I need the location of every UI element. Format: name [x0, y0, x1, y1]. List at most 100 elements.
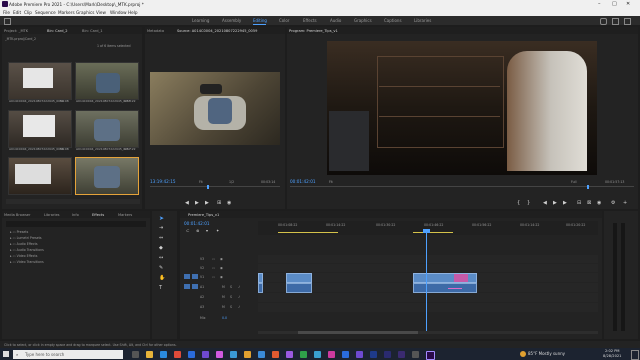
- tab-media-browser[interactable]: Media Browser: [4, 213, 31, 217]
- tab-program[interactable]: Program: Premiere_Tips_v1: [289, 29, 338, 33]
- menu-help[interactable]: Help: [128, 10, 138, 15]
- snap-icon[interactable]: ⊂: [186, 228, 189, 233]
- track-header-v3[interactable]: V3 ▭ ◉: [180, 255, 258, 263]
- ripple-edit-tool-icon[interactable]: ⇔: [159, 235, 163, 241]
- adobe-app-icon[interactable]: [216, 350, 223, 358]
- tab-source[interactable]: Source: A014C0004_20210807222945_0059: [177, 29, 257, 33]
- menu-graphics[interactable]: Graphics: [76, 10, 95, 15]
- video-clip[interactable]: [413, 273, 477, 283]
- source-patch-v1[interactable]: [184, 274, 190, 279]
- folder-video-effects[interactable]: ▸ ▭ Video Effects: [10, 254, 37, 258]
- track-lane-a1[interactable]: [258, 283, 598, 293]
- solo-button[interactable]: S: [230, 285, 232, 289]
- edge-icon[interactable]: [160, 350, 167, 358]
- linked-selection-icon[interactable]: ⊗: [196, 228, 199, 233]
- program-fit-dropdown[interactable]: Fit: [329, 180, 333, 184]
- menu-clip[interactable]: Clip: [24, 10, 32, 15]
- after-effects-icon[interactable]: [286, 350, 293, 358]
- video-clip[interactable]: [258, 273, 263, 283]
- menu-sequence[interactable]: Sequence: [35, 10, 56, 15]
- microphone-icon[interactable]: ♪: [238, 285, 240, 289]
- windows-start-icon[interactable]: [3, 351, 9, 357]
- close-button[interactable]: ✕: [626, 1, 630, 7]
- video-clip[interactable]: [286, 273, 312, 283]
- workspace-libraries[interactable]: Libraries: [414, 18, 431, 23]
- track-header-v1[interactable]: V1 ▭ ◉: [180, 273, 258, 281]
- mix-track-header[interactable]: Mix 0.0: [180, 315, 258, 322]
- mute-button[interactable]: M: [222, 285, 225, 289]
- tab-project[interactable]: Project: _MTK: [4, 29, 28, 33]
- program-play-icon[interactable]: ▶: [553, 200, 557, 206]
- microphone-icon[interactable]: ♪: [238, 295, 240, 299]
- source-insert-icon[interactable]: ⊞: [217, 200, 221, 206]
- workspace-captions[interactable]: Captions: [384, 18, 402, 23]
- mute-button[interactable]: M: [222, 305, 225, 309]
- audio-clip[interactable]: [258, 283, 263, 293]
- workspace-editing[interactable]: Editing: [253, 18, 267, 23]
- workspace-learning[interactable]: Learning: [192, 18, 209, 23]
- fullscreen-icon[interactable]: [624, 18, 631, 25]
- premiere-pro-taskbar-icon[interactable]: [426, 350, 435, 360]
- solo-button[interactable]: S: [230, 305, 232, 309]
- acrobat-icon[interactable]: [272, 350, 279, 358]
- track-lane-v3[interactable]: [258, 255, 598, 263]
- source-camera-icon[interactable]: ◉: [227, 200, 231, 206]
- track-header-a3[interactable]: A3 M S ♪: [180, 303, 258, 312]
- task-view-icon[interactable]: [132, 350, 139, 358]
- home-icon[interactable]: [4, 18, 11, 25]
- menu-window[interactable]: Window: [110, 10, 127, 15]
- track-select-tool-icon[interactable]: ⇥: [159, 225, 163, 231]
- photoshop-icon[interactable]: [258, 350, 265, 358]
- minimize-button[interactable]: –: [598, 1, 601, 7]
- source-video-frame[interactable]: [150, 72, 280, 145]
- program-mark-out-icon[interactable]: }: [527, 200, 530, 206]
- source-step-back-icon[interactable]: ◀: [185, 200, 189, 206]
- track-lane-v1[interactable]: [258, 273, 598, 283]
- program-step-back-icon[interactable]: ◀: [543, 200, 547, 206]
- folder-audio-effects[interactable]: ▸ ▭ Audio Effects: [10, 242, 38, 246]
- eye-icon[interactable]: ◉: [220, 257, 223, 261]
- folder-lumetri-presets[interactable]: ▸ ▭ Lumetri Presets: [10, 236, 42, 240]
- tab-metadata[interactable]: Metadata: [147, 29, 164, 33]
- lock-icon[interactable]: ▭: [212, 257, 215, 261]
- tab-bin-card-1[interactable]: Bin: Card_1: [82, 29, 103, 33]
- workspace-color[interactable]: Color: [279, 18, 289, 23]
- track-lane-a2[interactable]: [258, 293, 598, 302]
- type-tool-icon[interactable]: T: [159, 285, 162, 291]
- audio-clip[interactable]: [413, 283, 477, 293]
- razor-tool-icon[interactable]: ◆: [159, 245, 163, 251]
- word-icon[interactable]: [342, 350, 349, 358]
- share-icon[interactable]: [612, 18, 619, 25]
- clip-thumbnail[interactable]: [75, 110, 139, 148]
- app-icon[interactable]: [356, 350, 363, 358]
- program-add-button-icon[interactable]: +: [623, 200, 627, 206]
- program-settings-icon[interactable]: ⚙: [611, 200, 615, 206]
- track-header-a2[interactable]: A2 M S ♪: [180, 293, 258, 302]
- app-icon[interactable]: [384, 350, 391, 358]
- scrollbar-thumb[interactable]: [298, 331, 418, 334]
- source-fit-dropdown[interactable]: Fit: [199, 180, 203, 184]
- eye-icon[interactable]: ◉: [220, 275, 223, 279]
- lock-icon[interactable]: ▭: [212, 275, 215, 279]
- source-timecode[interactable]: 13:19:42:15: [150, 179, 176, 184]
- photoshop-icon[interactable]: [230, 350, 237, 358]
- taskbar-search-box[interactable]: ⌕ Type here to search: [13, 349, 123, 359]
- track-header-a1[interactable]: A1 M S ♪: [180, 283, 258, 292]
- target-v1[interactable]: [192, 274, 198, 279]
- notification-icon[interactable]: [631, 350, 639, 360]
- track-lane-a3[interactable]: [258, 303, 598, 312]
- program-timecode[interactable]: 00:01:42:01: [290, 179, 316, 184]
- target-a1[interactable]: [192, 284, 198, 289]
- program-extract-icon[interactable]: ⊠: [587, 200, 591, 206]
- app-icon[interactable]: [412, 350, 419, 358]
- program-playhead[interactable]: [587, 185, 589, 189]
- mute-button[interactable]: M: [222, 295, 225, 299]
- clip-thumbnail-selected[interactable]: [75, 157, 139, 195]
- selection-tool-icon[interactable]: ➤: [159, 215, 164, 222]
- workspace-assembly[interactable]: Assembly: [222, 18, 241, 23]
- menu-edit[interactable]: Edit: [13, 10, 21, 15]
- mix-value[interactable]: 0.0: [222, 316, 227, 320]
- chrome-icon[interactable]: [174, 350, 181, 358]
- photoshop-icon[interactable]: [188, 350, 195, 358]
- clock-date[interactable]: 8/28/2021: [603, 354, 621, 358]
